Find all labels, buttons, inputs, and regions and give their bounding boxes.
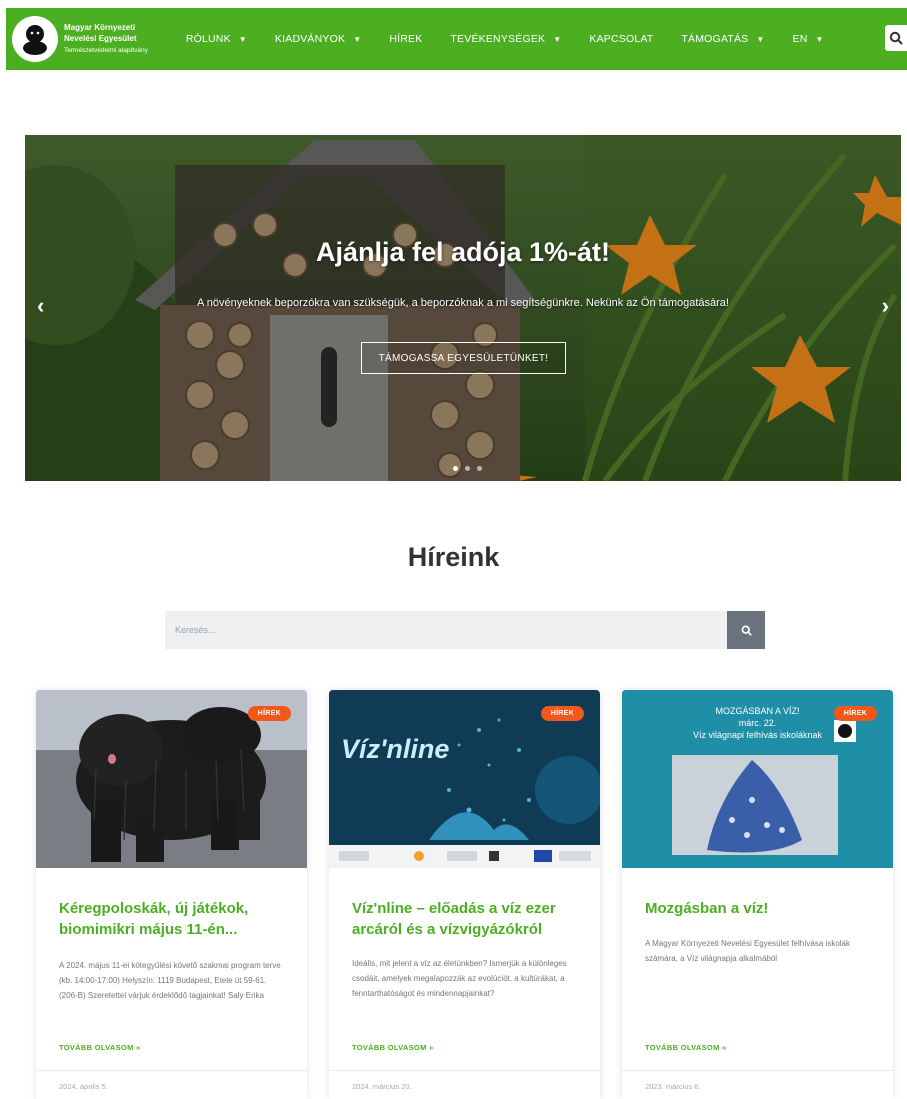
news-section-title: Híreink [407, 542, 500, 572]
slider-dot-3[interactable] [477, 466, 482, 471]
category-badge[interactable]: HÍREK [540, 706, 584, 721]
news-card-footer: 2023. március 6. [622, 1070, 893, 1099]
hero-subtitle: A növényeknek beporzókra van szükségük, … [197, 297, 729, 309]
news-card-date: 2023. március 6. [645, 1082, 701, 1091]
chevron-down-icon: ▼ [553, 34, 562, 44]
nav-item-kiadvanyok[interactable]: KIADVÁNYOK ▼ [275, 33, 361, 45]
search-icon [741, 625, 752, 636]
nav-item-tevekenysegek[interactable]: TEVÉKENYSÉGEK ▼ [450, 33, 561, 45]
chevron-down-icon: ▼ [756, 34, 765, 44]
news-card[interactable]: HÍREK Kéregpoloskák, új játékok, biomimi… [36, 690, 307, 1099]
search-icon [889, 31, 903, 45]
chevron-down-icon: ▼ [353, 34, 362, 44]
nav-item-hirek[interactable]: HÍREK [389, 33, 422, 45]
read-more-link[interactable]: TOVÁBB OLVASOM » [352, 1043, 433, 1052]
header-search-button[interactable] [885, 25, 907, 51]
poster-title: Víz'nline [341, 734, 450, 764]
read-more-link[interactable]: TOVÁBB OLVASOM » [59, 1043, 140, 1052]
category-badge[interactable]: HÍREK [247, 706, 291, 721]
logo-line-1: Magyar Környezeti [64, 23, 136, 32]
chevron-down-icon: ▼ [815, 34, 824, 44]
news-card-date: 2024. április 5. [59, 1082, 108, 1091]
site-logo[interactable]: Magyar Környezeti Nevelési Egyesület Ter… [12, 16, 148, 62]
news-card-title[interactable]: Mozgásban a víz! [645, 898, 873, 919]
news-card-image[interactable]: HÍREK [36, 690, 307, 868]
nav-item-kapcsolat[interactable]: KAPCSOLAT [589, 33, 653, 45]
news-search-submit[interactable] [727, 611, 765, 649]
news-card-excerpt: A Magyar Környezeti Nevelési Egyesület f… [645, 939, 850, 963]
nav-item-language[interactable]: EN ▼ [792, 33, 823, 45]
news-card-footer: 2024. március 20. [329, 1070, 600, 1099]
news-card-footer: 2024. április 5. [36, 1070, 307, 1099]
news-card[interactable]: MOZGÁSBAN A VÍZ! márc. 22. Víz világnapi… [622, 690, 893, 1099]
slider-dots [453, 466, 489, 471]
main-nav: RÓLUNK ▼ KIADVÁNYOK ▼ HÍREK TEVÉKENYSÉGEK ▼… [186, 33, 852, 45]
news-card-image[interactable]: MOZGÁSBAN A VÍZ! márc. 22. Víz világnapi… [622, 690, 893, 868]
news-search-input[interactable] [165, 611, 727, 649]
poster-subtitle: Víz világnapi felhívás iskoláknak [692, 730, 823, 740]
news-card-title[interactable]: Víz'nline – előadás a víz ezer arcáról é… [352, 898, 580, 940]
news-card-excerpt: A 2024. május 11-ei kötegyűlési követő s… [59, 961, 281, 1000]
news-search-form [165, 611, 765, 649]
category-badge[interactable]: HÍREK [833, 706, 877, 721]
logo-tagline: Természetvédelmi alapítvány [64, 47, 148, 54]
nav-item-rolunk[interactable]: RÓLUNK ▼ [186, 33, 247, 45]
hero-slider: Ajánlja fel adója 1%-át! A növényeknek b… [25, 135, 901, 481]
chevron-right-icon[interactable]: › [882, 293, 889, 319]
slider-dot-2[interactable] [465, 466, 470, 471]
news-card-date: 2024. március 20. [352, 1082, 412, 1091]
dog-logo-icon [12, 16, 58, 62]
chevron-down-icon: ▼ [238, 34, 247, 44]
logo-line-2: Nevelési Egyesület [64, 34, 137, 43]
nav-item-tamogatas[interactable]: TÁMOGATÁS ▼ [681, 33, 764, 45]
hero-title: Ajánlja fel adója 1%-át! [315, 237, 611, 267]
chevron-left-icon[interactable]: ‹ [37, 293, 44, 319]
slider-dot-1[interactable] [453, 466, 458, 471]
news-card-title[interactable]: Kéregpoloskák, új játékok, biomimikri má… [59, 898, 287, 940]
site-header: Magyar Környezeti Nevelési Egyesület Ter… [6, 8, 907, 70]
read-more-link[interactable]: TOVÁBB OLVASOM » [645, 1043, 726, 1052]
news-card-image[interactable]: Víz'nline HÍREK [329, 690, 600, 868]
news-card[interactable]: Víz'nline HÍREK Víz'nline – előadás a ví… [329, 690, 600, 1099]
news-card-excerpt: Ideális, mit jelent a víz az életünkben?… [352, 959, 567, 998]
support-button[interactable]: TÁMOGASSA EGYESÜLETÜNKET! [361, 342, 566, 374]
